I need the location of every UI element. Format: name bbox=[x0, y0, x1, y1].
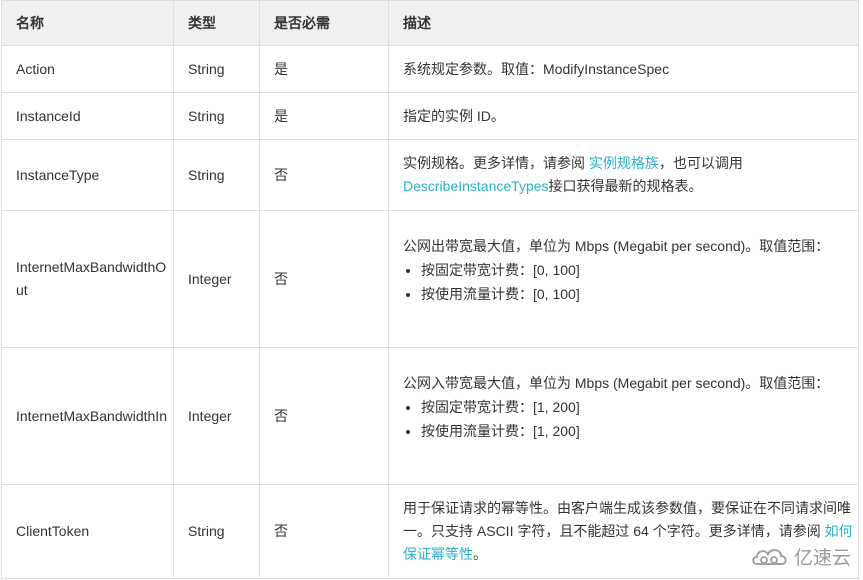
param-description: 系统规定参数。取值：ModifyInstanceSpec bbox=[388, 45, 859, 93]
table-row: InstanceId String 是 指定的实例 ID。 bbox=[1, 92, 859, 140]
link-instance-type-families[interactable]: 实例规格族 bbox=[589, 155, 659, 171]
range-item: 按使用流量计费：[0, 100] bbox=[421, 282, 858, 306]
param-type: String bbox=[173, 484, 260, 579]
param-type: Integer bbox=[173, 347, 260, 485]
param-required: 否 bbox=[259, 210, 389, 348]
param-type: String bbox=[173, 139, 260, 211]
param-name: InternetMaxBandwidthIn bbox=[1, 347, 174, 485]
table-header-row: 名称 类型 是否必需 描述 bbox=[1, 0, 859, 46]
param-description: 公网入带宽最大值，单位为 Mbps (Megabit per second)。取… bbox=[388, 347, 859, 485]
table-row: ClientToken String 否 用于保证请求的幂等性。由客户端生成该参… bbox=[1, 484, 859, 579]
range-list: 按固定带宽计费：[0, 100] 按使用流量计费：[0, 100] bbox=[403, 258, 858, 306]
range-item: 按固定带宽计费：[0, 100] bbox=[421, 258, 858, 282]
param-type: String bbox=[173, 45, 260, 93]
table-row: InternetMaxBandwidthIn Integer 否 公网入带宽最大… bbox=[1, 347, 859, 485]
param-required: 是 bbox=[259, 45, 389, 93]
range-item: 按固定带宽计费：[1, 200] bbox=[421, 395, 858, 419]
desc-text: 实例规格。更多详情，请参阅 bbox=[403, 155, 589, 171]
watermark-text: 亿速云 bbox=[793, 548, 851, 569]
desc-text: 用于保证请求的幂等性。由客户端生成该参数值，要保证在不同请求间唯一。只支持 AS… bbox=[403, 500, 851, 539]
param-required: 否 bbox=[259, 484, 389, 579]
cloud-logo-icon bbox=[752, 548, 787, 565]
range-list: 按固定带宽计费：[1, 200] 按使用流量计费：[1, 200] bbox=[403, 395, 858, 443]
param-required: 否 bbox=[259, 347, 389, 485]
param-description: 实例规格。更多详情，请参阅 实例规格族，也可以调用 DescribeInstan… bbox=[388, 139, 859, 211]
watermark: 亿速云 bbox=[751, 543, 851, 570]
header-required: 是否必需 bbox=[259, 0, 389, 46]
header-description: 描述 bbox=[388, 0, 859, 46]
param-required: 否 bbox=[259, 139, 389, 211]
param-description: 公网出带宽最大值，单位为 Mbps (Megabit per second)。取… bbox=[388, 210, 859, 348]
desc-text: ，也可以调用 bbox=[658, 155, 743, 171]
param-name: InstanceId bbox=[1, 92, 174, 140]
param-name: InstanceType bbox=[1, 139, 174, 211]
desc-text: 公网入带宽最大值，单位为 Mbps (Megabit per second)。取… bbox=[403, 374, 830, 391]
param-type: String bbox=[173, 92, 260, 140]
param-name: ClientToken bbox=[1, 484, 174, 579]
header-type: 类型 bbox=[173, 0, 260, 46]
desc-text: 接口获得最新的规格表。 bbox=[548, 178, 703, 194]
param-description: 指定的实例 ID。 bbox=[388, 92, 859, 140]
table-row: Action String 是 系统规定参数。取值：ModifyInstance… bbox=[1, 45, 859, 93]
desc-text: 公网出带宽最大值，单位为 Mbps (Megabit per second)。取… bbox=[403, 237, 830, 254]
table-row: InternetMaxBandwidthOut Integer 否 公网出带宽最… bbox=[1, 210, 859, 348]
param-name: Action bbox=[1, 45, 174, 93]
param-name: InternetMaxBandwidthOut bbox=[1, 210, 174, 348]
header-name: 名称 bbox=[1, 0, 174, 46]
parameters-table: 名称 类型 是否必需 描述 Action String 是 系统规定参数。取值：… bbox=[1, 0, 859, 579]
range-item: 按使用流量计费：[1, 200] bbox=[421, 419, 858, 443]
param-required: 是 bbox=[259, 92, 389, 140]
link-describe-instance-types[interactable]: DescribeInstanceTypes bbox=[403, 178, 549, 194]
table-row: InstanceType String 否 实例规格。更多详情，请参阅 实例规格… bbox=[1, 139, 859, 211]
param-type: Integer bbox=[173, 210, 260, 348]
desc-text: 。 bbox=[473, 546, 487, 562]
